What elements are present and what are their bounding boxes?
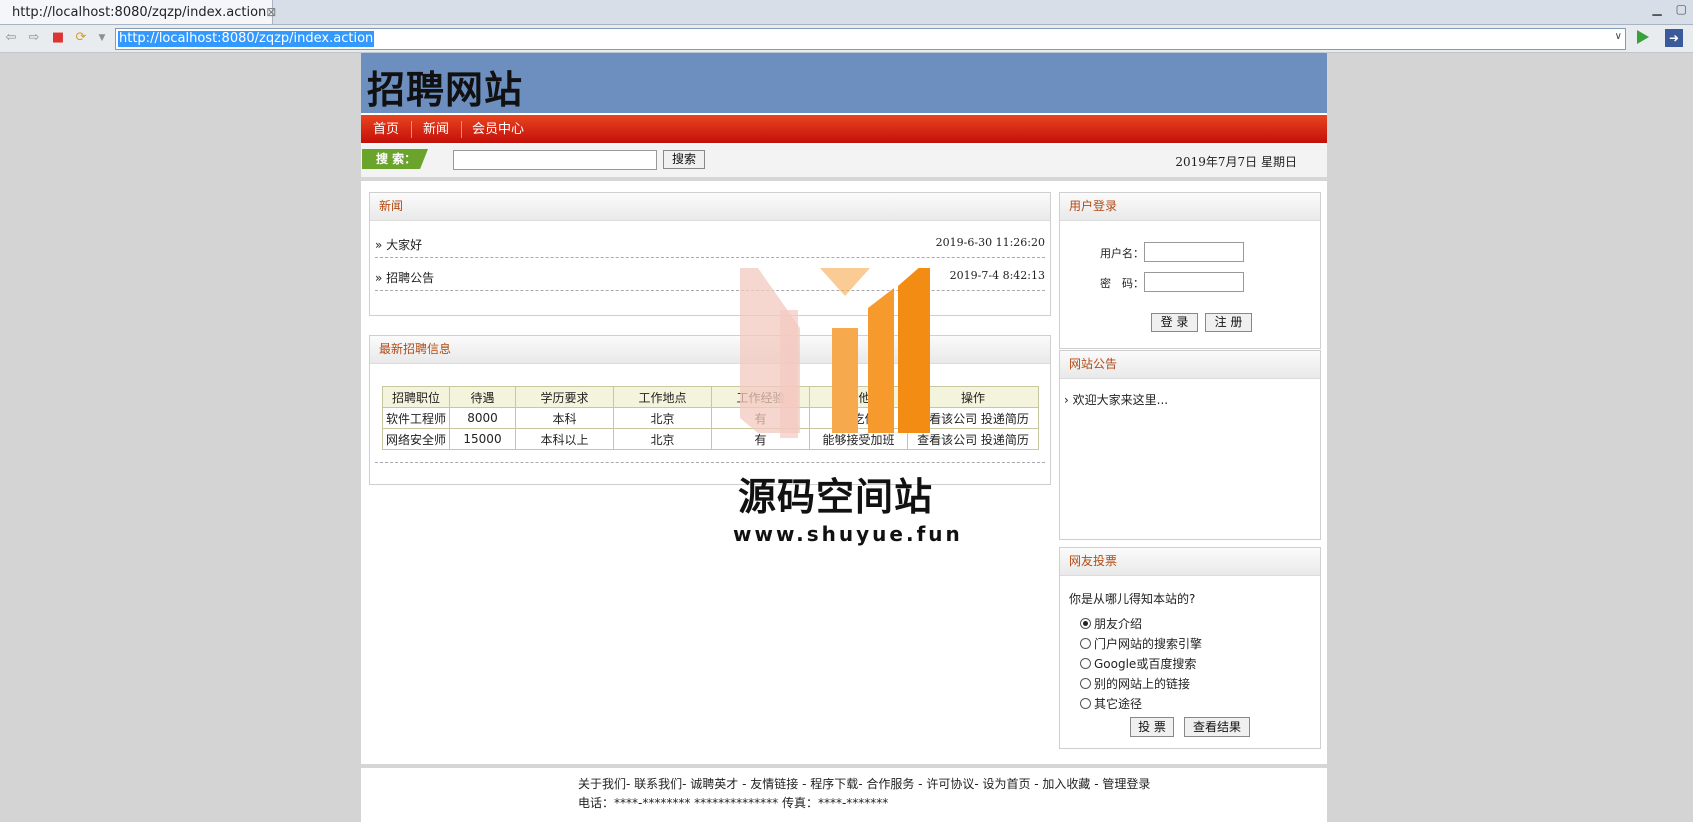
menu-home[interactable]: 首页 [373, 115, 399, 143]
cell-other: 能够接受加班 [809, 428, 908, 450]
notice-text[interactable]: › 欢迎大家来这里... [1064, 391, 1168, 408]
table-row: 网络安全师 15000 本科以上 北京 有 能够接受加班 查看该公司 投递简历 [382, 428, 1039, 450]
col-education: 学历要求 [515, 386, 614, 408]
browser-tab[interactable]: http://localhost:8080/zqzp/index.action … [0, 0, 276, 24]
menu-divider [411, 121, 412, 138]
vote-panel: 网友投票 你是从哪儿得知本站的? 朋友介绍 门户网站的搜索引擎 Google或百… [1059, 547, 1321, 749]
external-browser-icon[interactable]: ➜ [1665, 29, 1683, 47]
menu-news[interactable]: 新闻 [423, 115, 449, 143]
cell-other: 包吃住 [809, 407, 908, 429]
register-button[interactable]: 注 册 [1205, 313, 1252, 332]
history-dropdown-icon[interactable]: ▼ [94, 30, 110, 46]
col-salary: 待遇 [449, 386, 516, 408]
site-banner: 招聘网站 [361, 53, 1327, 113]
vote-option[interactable]: Google或百度搜索 [1080, 655, 1196, 672]
table-row: 软件工程师 8000 本科 北京 有 包吃住 查看该公司 投递简历 [382, 407, 1039, 429]
cell-location: 北京 [613, 407, 712, 429]
search-bar: 搜 索： 搜索 2019年7月7日 星期日 [361, 145, 1327, 181]
page: 招聘网站 首页 新闻 会员中心 搜 索： 搜索 2019年7月7日 星期日 新闻… [361, 53, 1327, 822]
username-input[interactable] [1144, 242, 1244, 262]
cell-salary: 8000 [449, 407, 516, 429]
vote-option[interactable]: 门户网站的搜索引擎 [1080, 635, 1202, 652]
search-button[interactable]: 搜索 [663, 150, 705, 169]
notice-panel: 网站公告 › 欢迎大家来这里... [1059, 350, 1321, 540]
divider [375, 462, 1045, 463]
news-item-time: 2019-7-4 8:42:13 [949, 269, 1045, 282]
jobs-table: 招聘职位 待遇 学历要求 工作地点 工作经验 其他 操作 软件工程师 8000 … [382, 386, 1039, 450]
site-footer: 关于我们- 联系我们- 诚聘英才 - 友情链接 - 程序下载- 合作服务 - 许… [361, 764, 1327, 822]
main-menu: 首页 新闻 会员中心 [361, 115, 1327, 143]
jobs-panel: 最新招聘信息 招聘职位 待遇 学历要求 工作地点 工作经验 其他 操作 软件工程… [369, 335, 1051, 485]
cell-education: 本科以上 [515, 428, 614, 450]
vote-title: 网友投票 [1060, 548, 1320, 576]
radio-icon[interactable] [1080, 638, 1091, 649]
vote-option[interactable]: 别的网站上的链接 [1080, 675, 1190, 692]
window-controls: ▁ ▢ [1652, 2, 1687, 16]
col-other: 其他 [809, 386, 908, 408]
address-dropdown-icon[interactable]: ∨ [1615, 31, 1622, 42]
search-tag: 搜 索： [362, 149, 428, 169]
maximize-icon[interactable]: ▢ [1676, 2, 1687, 16]
refresh-icon[interactable]: ⟳ [73, 30, 89, 46]
footer-links[interactable]: 关于我们- 联系我们- 诚聘英才 - 友情链接 - 程序下载- 合作服务 - 许… [578, 775, 1150, 792]
col-location: 工作地点 [613, 386, 712, 408]
news-item-time: 2019-6-30 11:26:20 [935, 236, 1045, 249]
tab-title: http://localhost:8080/zqzp/index.action [12, 4, 267, 20]
watermark-title: 源码空间站 [738, 475, 934, 519]
footer-contact: 电话：****-******** ************** 传真：****-… [578, 796, 889, 810]
address-text[interactable]: http://localhost:8080/zqzp/index.action [118, 31, 375, 47]
forward-icon[interactable]: ⇨ [26, 30, 42, 46]
cell-action-links[interactable]: 查看该公司 投递简历 [907, 407, 1039, 429]
radio-checked-icon[interactable] [1080, 618, 1091, 629]
address-bar[interactable]: http://localhost:8080/zqzp/index.action … [115, 28, 1626, 50]
notice-title: 网站公告 [1060, 351, 1320, 379]
news-item[interactable]: » 大家好 2019-6-30 11:26:20 [375, 227, 1045, 258]
minimize-icon[interactable]: ▁ [1652, 2, 1661, 16]
vote-option[interactable]: 其它途径 [1080, 695, 1142, 712]
watermark-url: www.shuyue.fun [733, 522, 963, 546]
news-item-title[interactable]: » 招聘公告 [375, 269, 434, 286]
vote-question: 你是从哪儿得知本站的? [1069, 592, 1196, 606]
radio-icon[interactable] [1080, 678, 1091, 689]
current-date: 2019年7月7日 星期日 [1175, 155, 1297, 169]
news-item[interactable]: » 招聘公告 2019-7-4 8:42:13 [375, 260, 1045, 291]
tab-close-icon[interactable]: ⊠ [266, 5, 276, 19]
cell-location: 北京 [613, 428, 712, 450]
menu-divider [461, 121, 462, 138]
cell-experience: 有 [711, 407, 810, 429]
col-position: 招聘职位 [382, 386, 450, 408]
vote-option[interactable]: 朋友介绍 [1080, 615, 1142, 632]
back-icon[interactable]: ⇦ [3, 30, 19, 46]
username-label: 用户名： [1100, 247, 1144, 260]
password-input[interactable] [1144, 272, 1244, 292]
table-header-row: 招聘职位 待遇 学历要求 工作地点 工作经验 其他 操作 [382, 386, 1039, 408]
cell-experience: 有 [711, 428, 810, 450]
login-button[interactable]: 登 录 [1151, 313, 1198, 332]
stop-icon[interactable]: ■ [50, 30, 66, 46]
cell-salary: 15000 [449, 428, 516, 450]
site-logo: 招聘网站 [367, 67, 524, 112]
radio-icon[interactable] [1080, 698, 1091, 709]
password-label: 密 码： [1100, 277, 1144, 290]
cell-education: 本科 [515, 407, 614, 429]
cell-position: 软件工程师 [382, 407, 450, 429]
menu-member-center[interactable]: 会员中心 [472, 115, 524, 143]
cell-position: 网络安全师 [382, 428, 450, 450]
search-input[interactable] [453, 150, 657, 170]
news-panel: 新闻 » 大家好 2019-6-30 11:26:20 » 招聘公告 2019-… [369, 192, 1051, 316]
jobs-title: 最新招聘信息 [370, 336, 1050, 364]
view-results-button[interactable]: 查看结果 [1184, 717, 1250, 737]
radio-icon[interactable] [1080, 658, 1091, 669]
col-experience: 工作经验 [711, 386, 810, 408]
vote-button[interactable]: 投 票 [1130, 717, 1174, 737]
login-title: 用户登录 [1060, 193, 1320, 221]
browser-tabbar: http://localhost:8080/zqzp/index.action … [0, 0, 1693, 25]
go-icon[interactable] [1637, 30, 1649, 44]
news-item-title[interactable]: » 大家好 [375, 236, 422, 253]
col-action: 操作 [907, 386, 1039, 408]
login-panel: 用户登录 用户名： 密 码： 登 录 注 册 [1059, 192, 1321, 349]
browser-navbar: ⇦ ⇨ ■ ⟳ ▼ http://localhost:8080/zqzp/ind… [0, 25, 1693, 53]
news-title: 新闻 [370, 193, 1050, 221]
cell-action-links[interactable]: 查看该公司 投递简历 [907, 428, 1039, 450]
